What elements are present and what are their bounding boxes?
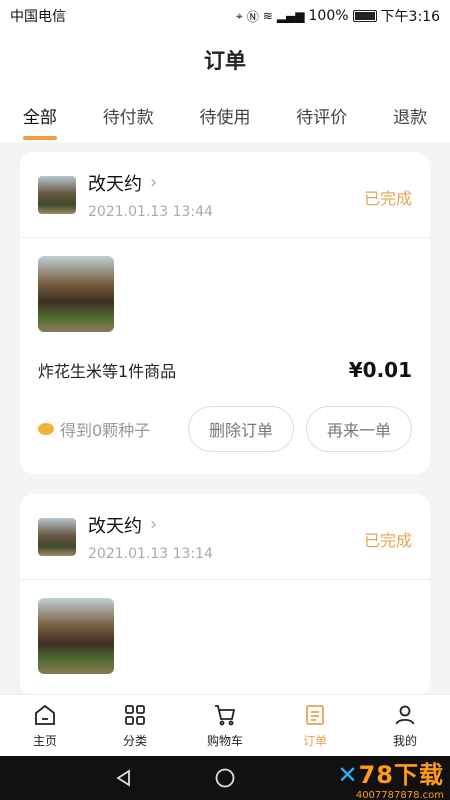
bottom-nav: 主页 分类 购物车 订单 我的 — [0, 694, 450, 756]
order-status: 已完成 — [363, 189, 412, 208]
nav-label: 主页 — [32, 733, 57, 748]
product-row: 炸花生米等1件商品 ¥0.01 — [38, 358, 412, 382]
nav-home[interactable]: 主页 — [5, 703, 85, 749]
nav-label: 分类 — [122, 733, 147, 748]
order-card-header: 改天约 › 2021.01.13 13:14 已完成 — [20, 494, 430, 580]
tab-pending-use[interactable]: 待使用 — [195, 88, 254, 142]
cart-icon — [213, 703, 237, 727]
shop-name: 改天约 — [88, 515, 142, 537]
nav-orders[interactable]: 订单 — [275, 703, 355, 749]
clock: 下午3:16 — [380, 9, 440, 25]
status-indicators: ⌖ Ⓝ ≋ ▂▄▆ 100% 下午3:16 — [236, 6, 440, 26]
tab-pending-payment[interactable]: 待付款 — [99, 88, 158, 142]
order-icon — [303, 703, 327, 727]
seed-reward: 得到0颗种子 — [38, 417, 176, 441]
order-status: 已完成 — [363, 531, 412, 550]
tab-all[interactable]: 全部 — [19, 88, 61, 142]
product-name: 炸花生米等1件商品 — [38, 362, 177, 381]
carrier-label: 中国电信 — [10, 9, 66, 25]
nav-category[interactable]: 分类 — [95, 703, 175, 749]
nav-label: 我的 — [392, 733, 417, 748]
battery-icon — [352, 10, 377, 22]
watermark-x-icon: ✕ — [337, 761, 359, 789]
shop-thumbnail — [38, 175, 76, 214]
order-card-body — [20, 580, 430, 694]
tab-pending-review[interactable]: 待评价 — [292, 88, 351, 142]
home-icon — [33, 703, 57, 727]
status-bar: 中国电信 ⌖ Ⓝ ≋ ▂▄▆ 100% 下午3:16 — [0, 0, 450, 32]
order-list[interactable]: 改天约 › 2021.01.13 13:44 已完成 炸花生米等1件商品 ¥0.… — [0, 142, 450, 694]
order-actions: 得到0颗种子 删除订单 再来一单 — [38, 406, 412, 452]
order-tabs: 全部 待付款 待使用 待评价 退款 — [0, 88, 450, 142]
order-card-header: 改天约 › 2021.01.13 13:44 已完成 — [20, 152, 430, 238]
battery-percent: 100% — [308, 8, 349, 24]
grid-icon — [123, 703, 147, 727]
page-header: 订单 — [0, 32, 450, 88]
nav-profile[interactable]: 我的 — [365, 703, 445, 749]
order-card[interactable]: 改天约 › 2021.01.13 13:14 已完成 — [20, 494, 430, 694]
back-triangle-icon[interactable] — [104, 756, 144, 800]
nav-cart[interactable]: 购物车 — [185, 703, 265, 749]
signal-icon: ▂▄▆ — [276, 9, 305, 23]
wifi-icon: ≋ — [262, 9, 273, 23]
nfc-icon: Ⓝ — [246, 9, 259, 24]
chevron-right-icon: › — [150, 172, 158, 193]
watermark-main: ✕78下载 — [337, 761, 444, 789]
shop-thumbnail — [38, 517, 76, 556]
delete-order-button[interactable]: 删除订单 — [187, 406, 294, 452]
order-card[interactable]: 改天约 › 2021.01.13 13:44 已完成 炸花生米等1件商品 ¥0.… — [20, 152, 430, 474]
nav-label: 购物车 — [206, 733, 243, 748]
seed-text: 得到0颗种子 — [60, 421, 151, 440]
product-image[interactable] — [38, 256, 114, 332]
user-icon — [393, 703, 417, 727]
product-image[interactable] — [38, 598, 114, 674]
home-circle-icon[interactable] — [205, 756, 245, 800]
watermark-logo: ✕78下载 4007787878.com — [294, 758, 444, 800]
location-icon: ⌖ — [235, 8, 243, 23]
watermark-sub: 4007787878.com — [355, 790, 444, 800]
nav-label: 订单 — [302, 733, 327, 748]
reorder-button[interactable]: 再来一单 — [305, 406, 412, 452]
order-price: ¥0.01 — [348, 358, 412, 382]
page-title: 订单 — [204, 49, 246, 73]
chevron-right-icon: › — [150, 514, 158, 535]
seed-icon — [38, 423, 54, 435]
shop-name: 改天约 — [88, 173, 142, 195]
order-card-body: 炸花生米等1件商品 ¥0.01 得到0颗种子 删除订单 再来一单 — [20, 238, 430, 474]
tab-refund[interactable]: 退款 — [389, 88, 431, 142]
